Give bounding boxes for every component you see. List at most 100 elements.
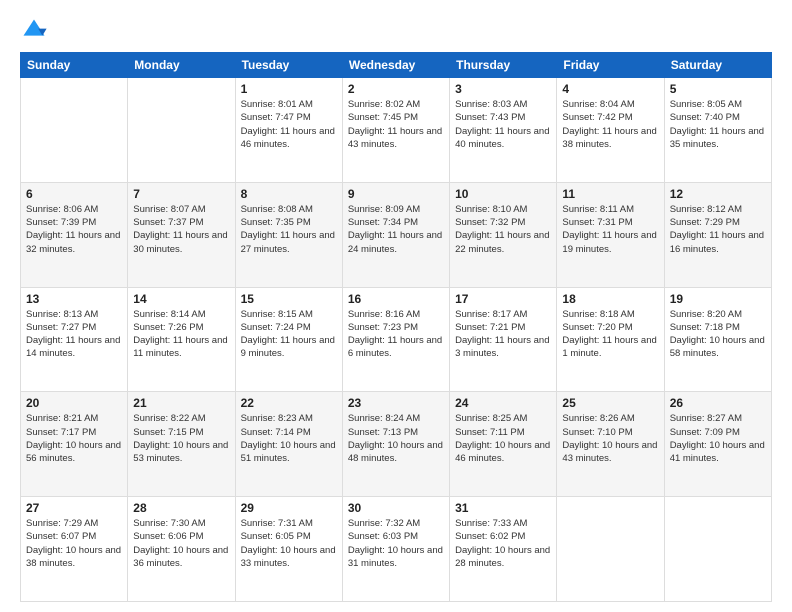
header xyxy=(20,16,772,44)
day-info: Sunrise: 8:16 AM Sunset: 7:23 PM Dayligh… xyxy=(348,308,444,361)
day-number: 19 xyxy=(670,292,766,306)
day-info: Sunrise: 8:27 AM Sunset: 7:09 PM Dayligh… xyxy=(670,412,766,465)
calendar: SundayMondayTuesdayWednesdayThursdayFrid… xyxy=(20,52,772,602)
day-number: 18 xyxy=(562,292,658,306)
day-cell: 10 Sunrise: 8:10 AM Sunset: 7:32 PM Dayli… xyxy=(450,182,557,287)
day-cell: 23 Sunrise: 8:24 AM Sunset: 7:13 PM Dayli… xyxy=(342,392,449,497)
col-header-tuesday: Tuesday xyxy=(235,53,342,78)
week-row-4: 20 Sunrise: 8:21 AM Sunset: 7:17 PM Dayli… xyxy=(21,392,772,497)
day-number: 16 xyxy=(348,292,444,306)
day-cell: 30 Sunrise: 7:32 AM Sunset: 6:03 PM Dayli… xyxy=(342,497,449,602)
day-cell: 3 Sunrise: 8:03 AM Sunset: 7:43 PM Daylig… xyxy=(450,78,557,183)
day-info: Sunrise: 8:22 AM Sunset: 7:15 PM Dayligh… xyxy=(133,412,229,465)
day-info: Sunrise: 8:07 AM Sunset: 7:37 PM Dayligh… xyxy=(133,203,229,256)
col-header-thursday: Thursday xyxy=(450,53,557,78)
day-cell: 17 Sunrise: 8:17 AM Sunset: 7:21 PM Dayli… xyxy=(450,287,557,392)
day-number: 30 xyxy=(348,501,444,515)
day-number: 5 xyxy=(670,82,766,96)
day-info: Sunrise: 8:08 AM Sunset: 7:35 PM Dayligh… xyxy=(241,203,337,256)
day-cell: 7Sunrise: 8:07 AM Sunset: 7:37 PM Daylig… xyxy=(128,182,235,287)
day-cell xyxy=(21,78,128,183)
day-number: 3 xyxy=(455,82,551,96)
day-info: Sunrise: 8:24 AM Sunset: 7:13 PM Dayligh… xyxy=(348,412,444,465)
day-number: 26 xyxy=(670,396,766,410)
day-cell: 24 Sunrise: 8:25 AM Sunset: 7:11 PM Dayli… xyxy=(450,392,557,497)
day-info: Sunrise: 8:09 AM Sunset: 7:34 PM Dayligh… xyxy=(348,203,444,256)
day-cell: 11 Sunrise: 8:11 AM Sunset: 7:31 PM Dayli… xyxy=(557,182,664,287)
day-number: 23 xyxy=(348,396,444,410)
day-cell: 13Sunrise: 8:13 AM Sunset: 7:27 PM Dayli… xyxy=(21,287,128,392)
day-number: 4 xyxy=(562,82,658,96)
day-cell xyxy=(664,497,771,602)
week-row-5: 27 Sunrise: 7:29 AM Sunset: 6:07 PM Dayli… xyxy=(21,497,772,602)
day-info: Sunrise: 8:18 AM Sunset: 7:20 PM Dayligh… xyxy=(562,308,658,361)
day-number: 14 xyxy=(133,292,229,306)
day-info: Sunrise: 8:25 AM Sunset: 7:11 PM Dayligh… xyxy=(455,412,551,465)
day-info: Sunrise: 7:32 AM Sunset: 6:03 PM Dayligh… xyxy=(348,517,444,570)
day-info: Sunrise: 8:15 AM Sunset: 7:24 PM Dayligh… xyxy=(241,308,337,361)
page: SundayMondayTuesdayWednesdayThursdayFrid… xyxy=(0,0,792,612)
day-number: 10 xyxy=(455,187,551,201)
logo xyxy=(20,16,52,44)
day-info: Sunrise: 8:10 AM Sunset: 7:32 PM Dayligh… xyxy=(455,203,551,256)
day-info: Sunrise: 8:03 AM Sunset: 7:43 PM Dayligh… xyxy=(455,98,551,151)
col-header-monday: Monday xyxy=(128,53,235,78)
day-cell: 1 Sunrise: 8:01 AM Sunset: 7:47 PM Daylig… xyxy=(235,78,342,183)
week-row-2: 6 Sunrise: 8:06 AM Sunset: 7:39 PM Daylig… xyxy=(21,182,772,287)
col-header-sunday: Sunday xyxy=(21,53,128,78)
day-number: 31 xyxy=(455,501,551,515)
day-number: 15 xyxy=(241,292,337,306)
day-number: 22 xyxy=(241,396,337,410)
day-cell: 28 Sunrise: 7:30 AM Sunset: 6:06 PM Dayli… xyxy=(128,497,235,602)
day-info: Sunrise: 8:06 AM Sunset: 7:39 PM Dayligh… xyxy=(26,203,122,256)
day-cell: 5 Sunrise: 8:05 AM Sunset: 7:40 PM Daylig… xyxy=(664,78,771,183)
day-number: 28 xyxy=(133,501,229,515)
day-cell: 19 Sunrise: 8:20 AM Sunset: 7:18 PM Dayli… xyxy=(664,287,771,392)
day-info: Sunrise: 8:20 AM Sunset: 7:18 PM Dayligh… xyxy=(670,308,766,361)
day-info: Sunrise: 8:14 AM Sunset: 7:26 PM Dayligh… xyxy=(133,308,229,361)
day-number: 2 xyxy=(348,82,444,96)
day-number: 25 xyxy=(562,396,658,410)
day-info: Sunrise: 8:05 AM Sunset: 7:40 PM Dayligh… xyxy=(670,98,766,151)
day-cell: 26 Sunrise: 8:27 AM Sunset: 7:09 PM Dayli… xyxy=(664,392,771,497)
day-cell: 14 Sunrise: 8:14 AM Sunset: 7:26 PM Dayli… xyxy=(128,287,235,392)
week-row-1: 1 Sunrise: 8:01 AM Sunset: 7:47 PM Daylig… xyxy=(21,78,772,183)
day-cell: 6 Sunrise: 8:06 AM Sunset: 7:39 PM Daylig… xyxy=(21,182,128,287)
day-info: Sunrise: 8:01 AM Sunset: 7:47 PM Dayligh… xyxy=(241,98,337,151)
day-info: Sunrise: 8:12 AM Sunset: 7:29 PM Dayligh… xyxy=(670,203,766,256)
day-number: 20 xyxy=(26,396,122,410)
day-cell: 4 Sunrise: 8:04 AM Sunset: 7:42 PM Daylig… xyxy=(557,78,664,183)
day-cell: 31 Sunrise: 7:33 AM Sunset: 6:02 PM Dayli… xyxy=(450,497,557,602)
day-cell: 12Sunrise: 8:12 AM Sunset: 7:29 PM Dayli… xyxy=(664,182,771,287)
day-info: Sunrise: 7:29 AM Sunset: 6:07 PM Dayligh… xyxy=(26,517,122,570)
day-cell: 2 Sunrise: 8:02 AM Sunset: 7:45 PM Daylig… xyxy=(342,78,449,183)
day-number: 13 xyxy=(26,292,122,306)
day-number: 6 xyxy=(26,187,122,201)
day-number: 27 xyxy=(26,501,122,515)
day-info: Sunrise: 7:30 AM Sunset: 6:06 PM Dayligh… xyxy=(133,517,229,570)
day-info: Sunrise: 8:04 AM Sunset: 7:42 PM Dayligh… xyxy=(562,98,658,151)
day-info: Sunrise: 8:21 AM Sunset: 7:17 PM Dayligh… xyxy=(26,412,122,465)
day-info: Sunrise: 8:17 AM Sunset: 7:21 PM Dayligh… xyxy=(455,308,551,361)
day-cell: 8 Sunrise: 8:08 AM Sunset: 7:35 PM Daylig… xyxy=(235,182,342,287)
col-header-friday: Friday xyxy=(557,53,664,78)
day-info: Sunrise: 7:31 AM Sunset: 6:05 PM Dayligh… xyxy=(241,517,337,570)
day-number: 17 xyxy=(455,292,551,306)
day-cell: 18 Sunrise: 8:18 AM Sunset: 7:20 PM Dayli… xyxy=(557,287,664,392)
col-header-wednesday: Wednesday xyxy=(342,53,449,78)
day-cell xyxy=(557,497,664,602)
day-info: Sunrise: 8:23 AM Sunset: 7:14 PM Dayligh… xyxy=(241,412,337,465)
day-info: Sunrise: 7:33 AM Sunset: 6:02 PM Dayligh… xyxy=(455,517,551,570)
day-number: 1 xyxy=(241,82,337,96)
day-cell: 29Sunrise: 7:31 AM Sunset: 6:05 PM Dayli… xyxy=(235,497,342,602)
day-info: Sunrise: 8:26 AM Sunset: 7:10 PM Dayligh… xyxy=(562,412,658,465)
day-number: 21 xyxy=(133,396,229,410)
day-number: 24 xyxy=(455,396,551,410)
day-cell: 15 Sunrise: 8:15 AM Sunset: 7:24 PM Dayli… xyxy=(235,287,342,392)
day-info: Sunrise: 8:02 AM Sunset: 7:45 PM Dayligh… xyxy=(348,98,444,151)
day-info: Sunrise: 8:11 AM Sunset: 7:31 PM Dayligh… xyxy=(562,203,658,256)
day-number: 11 xyxy=(562,187,658,201)
week-row-3: 13Sunrise: 8:13 AM Sunset: 7:27 PM Dayli… xyxy=(21,287,772,392)
day-number: 8 xyxy=(241,187,337,201)
day-cell xyxy=(128,78,235,183)
